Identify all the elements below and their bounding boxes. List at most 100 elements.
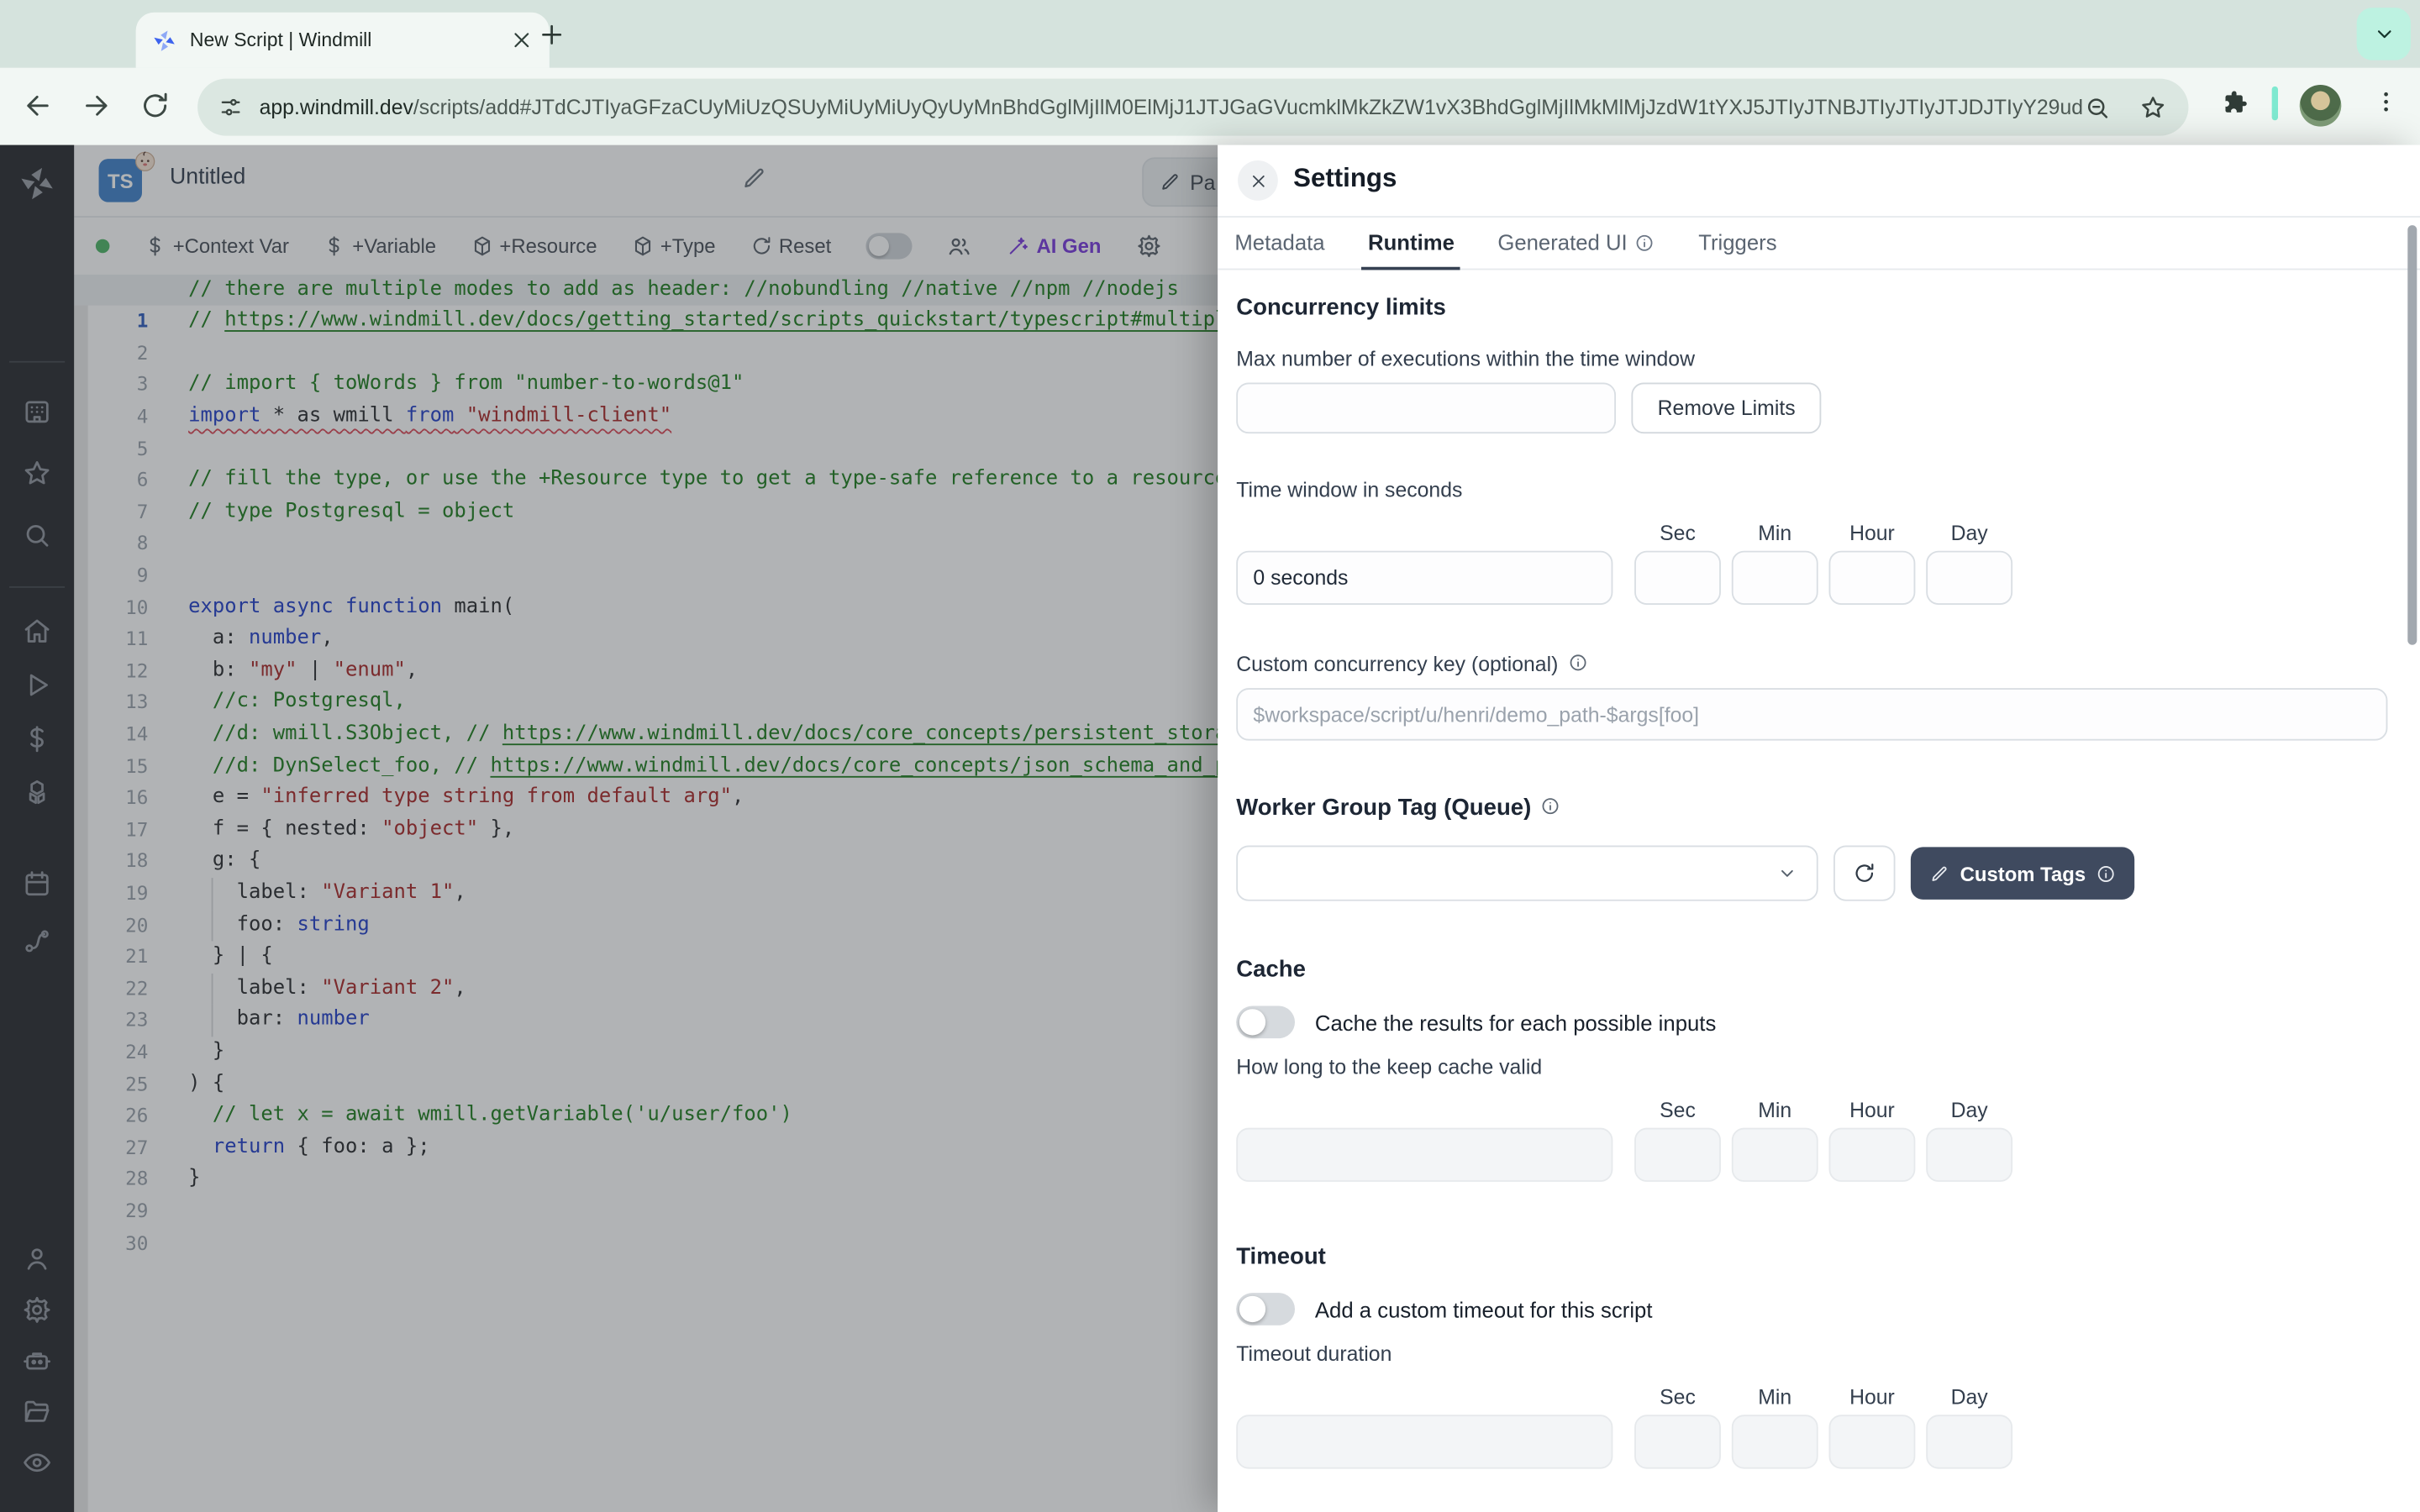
cache-heading: Cache [1236, 957, 2402, 983]
time-window-label: Time window in seconds [1236, 478, 2402, 501]
browser-toolbar: app.windmill.dev/scripts/add#JTdCJTIyaGF… [0, 68, 2420, 147]
toolbar-variable-button[interactable]: +Variable [323, 234, 436, 258]
duration-day-input [1926, 1415, 2012, 1468]
worker-group-heading: Worker Group Tag (Queue) [1236, 795, 2402, 821]
address-bar[interactable]: app.windmill.dev/scripts/add#JTdCJTIyaGF… [197, 79, 2188, 136]
user-icon [22, 1243, 53, 1274]
unit-label: Hour [1829, 522, 1916, 545]
new-tab-button[interactable] [537, 20, 566, 50]
toolbar-contextvar-button[interactable]: +Context Var [144, 234, 289, 258]
sidebar-item-audit-logs[interactable] [0, 1442, 74, 1483]
tab-triggers[interactable]: Triggers [1698, 216, 1776, 268]
sidebar-item-folders[interactable] [0, 1392, 74, 1432]
cache-toggle-label: Cache the results for each possible inpu… [1315, 1010, 1716, 1034]
info-icon [1635, 232, 1655, 252]
browser-menu-icon[interactable] [2372, 88, 2400, 116]
sidebar-item-home[interactable] [0, 611, 74, 651]
custom-tags-button[interactable]: Custom Tags [1911, 847, 2135, 899]
app-main: TS Untitled Pa +Context Var +Variable +R… [0, 145, 2420, 1512]
cube-icon [631, 234, 655, 258]
schedules-icon [22, 869, 53, 900]
script-title[interactable]: Untitled [170, 165, 245, 190]
tab-close-icon[interactable] [509, 28, 534, 52]
zoom-out-icon[interactable] [2084, 93, 2112, 121]
browser-window: New Script | Windmill app.windmill.dev/s… [0, 0, 2420, 1512]
bookmark-star-icon[interactable] [2139, 93, 2167, 121]
sidebar-divider [9, 361, 65, 363]
pencil-icon [1929, 864, 1949, 884]
sidebar-item-schedules[interactable] [0, 864, 74, 905]
variables-icon [22, 723, 53, 754]
site-settings-icon[interactable] [218, 94, 244, 120]
sidebar-item-resources[interactable] [0, 773, 74, 813]
diff-toggle[interactable] [865, 233, 912, 259]
sidebar-item-workers[interactable] [0, 1341, 74, 1381]
folders-icon [22, 1396, 53, 1427]
duration-sec-input[interactable] [1634, 551, 1721, 605]
sidebar-item-runs[interactable] [0, 665, 74, 706]
panel-scrollbar[interactable] [2407, 225, 2417, 645]
extensions-icon[interactable] [2219, 88, 2249, 118]
toolbar-reset-button[interactable]: Reset [750, 234, 831, 258]
tab-metadata[interactable]: Metadata [1234, 216, 1324, 268]
profile-avatar[interactable] [2300, 85, 2342, 127]
status-dot [96, 239, 110, 254]
unit-label: Min [1732, 522, 1818, 545]
browser-tab[interactable]: New Script | Windmill [136, 13, 550, 68]
window-chevron-button[interactable] [2357, 8, 2411, 60]
workspace-icon [22, 396, 53, 428]
pencil-icon [1159, 171, 1181, 193]
edit-title-pencil-icon[interactable] [741, 165, 767, 192]
tab-runtime[interactable]: Runtime [1368, 216, 1455, 268]
settings-header: Settings [1218, 145, 2420, 218]
duration-hour-input[interactable] [1829, 551, 1916, 605]
duration-hour-input [1829, 1128, 1916, 1182]
timeout-duration-label: Timeout duration [1236, 1342, 2402, 1366]
flows-icon [22, 926, 53, 957]
concurrency-key-input[interactable] [1236, 688, 2387, 740]
forward-button[interactable] [81, 90, 113, 123]
remove-limits-button[interactable]: Remove Limits [1631, 383, 1821, 434]
sidebar-item-user[interactable] [0, 1239, 74, 1279]
info-icon [1567, 653, 1587, 673]
concurrency-key-label: Custom concurrency key (optional) [1236, 653, 2402, 676]
back-button[interactable] [22, 90, 55, 123]
duration-min-input[interactable] [1732, 551, 1818, 605]
toolbar-type-button[interactable]: +Type [631, 234, 716, 258]
duration-main-input[interactable] [1236, 551, 1612, 605]
sidebar-item-favorites[interactable] [0, 454, 74, 494]
sidebar-item-flows[interactable] [0, 921, 74, 962]
sidebar-item-variables[interactable] [0, 719, 74, 759]
max-executions-input[interactable] [1236, 383, 1616, 434]
settings-drawer: Settings Metadata Runtime Generated UI T… [1218, 145, 2420, 1512]
workers-icon [22, 1346, 53, 1377]
unit-label: Min [1732, 1385, 1818, 1409]
editor-settings-gear-icon[interactable] [1135, 233, 1161, 259]
chevron-down-icon [1776, 863, 1798, 885]
close-button[interactable] [1238, 160, 1278, 201]
duration-day-input [1926, 1128, 2012, 1182]
tab-title: New Script | Windmill [190, 29, 509, 51]
reload-button[interactable] [139, 90, 171, 123]
windmill-logo-icon[interactable] [0, 164, 74, 204]
url-text: app.windmill.dev/scripts/add#JTdCJTIyaGF… [260, 96, 2084, 119]
cache-toggle[interactable] [1236, 1006, 1295, 1039]
duration-sec-input [1634, 1415, 1721, 1468]
refresh-tags-button[interactable] [1833, 846, 1895, 901]
info-icon [1540, 796, 1560, 816]
duration-main-input [1236, 1415, 1612, 1468]
worker-group-select[interactable] [1236, 846, 1818, 901]
ai-gen-button[interactable]: AI Gen [1006, 234, 1102, 258]
collaborators-icon[interactable] [945, 233, 971, 259]
wand-icon [1006, 234, 1029, 258]
tab-generated-ui[interactable]: Generated UI [1497, 216, 1655, 268]
search-icon [22, 520, 53, 551]
sidebar-item-search[interactable] [0, 515, 74, 555]
unit-label: Day [1926, 522, 2012, 545]
toolbar-resource-button[interactable]: +Resource [470, 234, 597, 258]
duration-day-input[interactable] [1926, 551, 2012, 605]
settings-body: Concurrency limits Max number of executi… [1218, 269, 2420, 1512]
sidebar-item-workspace[interactable] [0, 392, 74, 433]
sidebar-item-settings[interactable] [0, 1290, 74, 1331]
timeout-toggle[interactable] [1236, 1293, 1295, 1326]
